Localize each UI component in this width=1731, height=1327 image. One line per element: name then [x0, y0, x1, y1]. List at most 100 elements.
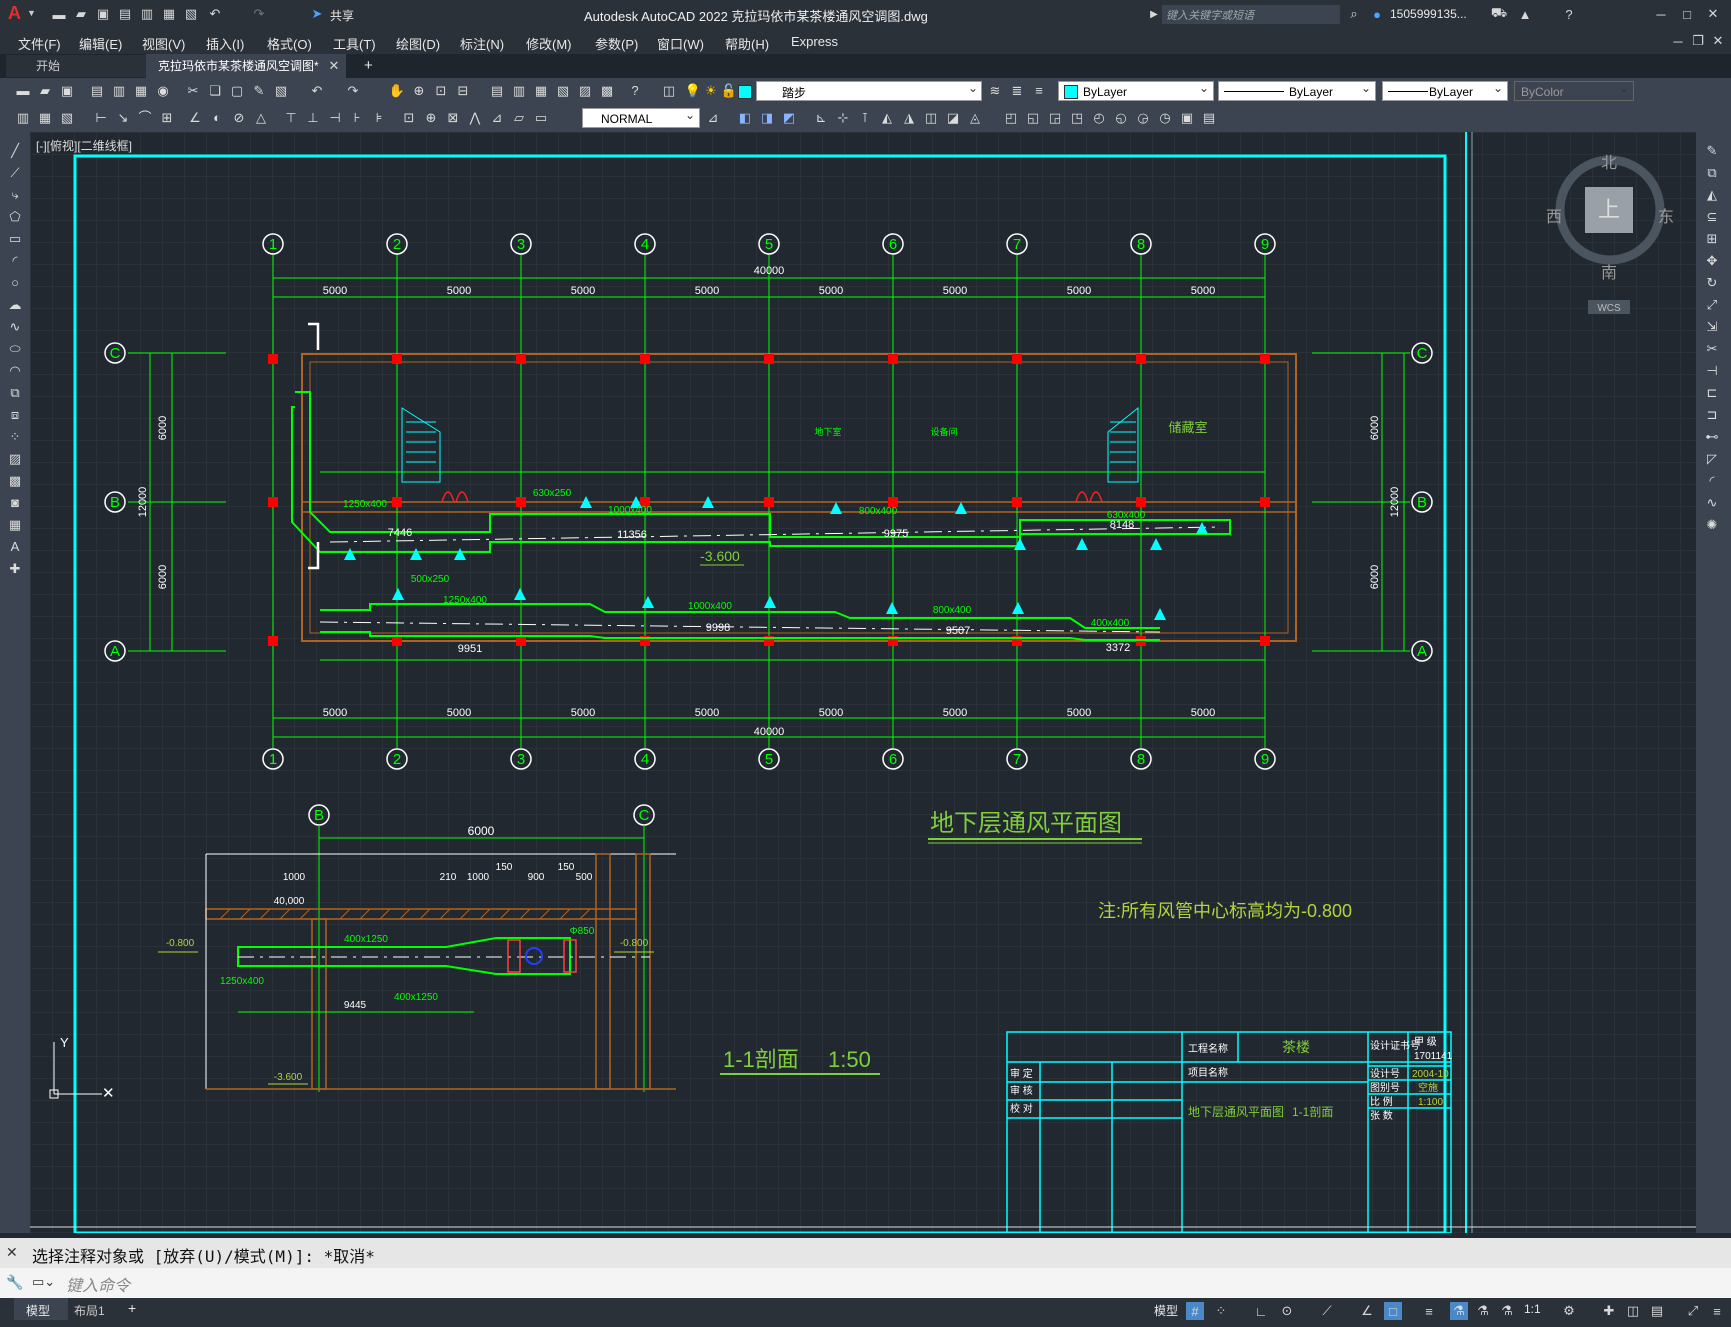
dim-update-icon[interactable]: ▭ — [532, 109, 550, 127]
hatch-icon[interactable]: ▨ — [6, 450, 24, 468]
make-current-layer-icon[interactable]: ≋ — [986, 82, 1004, 100]
ucs-world-icon[interactable]: ⊹ — [834, 109, 852, 127]
insert-block-icon[interactable]: ⧉ — [6, 384, 24, 402]
osnap-tracking-icon[interactable]: ∠ — [1358, 1302, 1376, 1320]
move-icon[interactable]: ✥ — [1703, 252, 1721, 270]
extend-icon[interactable]: ⊣ — [1703, 362, 1721, 380]
inspection-icon[interactable]: ⊠ — [444, 109, 462, 127]
save-as-icon[interactable]: ▤ — [116, 5, 134, 23]
tab-close-icon[interactable]: ✕ — [326, 57, 342, 75]
point-icon[interactable]: ⁘ — [6, 428, 24, 446]
dim-ordinate-icon[interactable]: ↘ — [114, 109, 132, 127]
pan-icon[interactable]: ✋ — [388, 82, 406, 100]
copy-object-icon[interactable]: ⧉ — [1703, 164, 1721, 182]
model-space-toggle[interactable]: 模型 — [1154, 1302, 1178, 1319]
materials-icon[interactable]: ◱ — [1024, 109, 1042, 127]
dim-linear-icon[interactable]: ▥ — [14, 109, 32, 127]
cut-icon[interactable]: ✂ — [184, 82, 202, 100]
fly-icon[interactable]: ◶ — [1134, 109, 1152, 127]
view-bottom-icon[interactable]: ◨ — [758, 109, 776, 127]
redo-icon[interactable]: ↷ — [250, 5, 268, 23]
sun-icon[interactable]: ◴ — [1090, 109, 1108, 127]
dim-aligned-icon[interactable]: ▦ — [36, 109, 54, 127]
ellipse-icon[interactable]: ⬭ — [6, 340, 24, 358]
tolerance-icon[interactable]: ⊡ — [400, 109, 418, 127]
help-icon[interactable]: ? — [1560, 5, 1578, 23]
dim-edit-icon[interactable]: ⊿ — [488, 109, 506, 127]
dim-radius-icon[interactable]: ⌒ — [136, 109, 154, 127]
offset-icon[interactable]: ⊆ — [1703, 208, 1721, 226]
cart-icon[interactable]: ⛟ — [1490, 5, 1508, 23]
join-icon[interactable]: ⊷ — [1703, 428, 1721, 446]
doc-restore-icon[interactable]: ❐ — [1690, 32, 1706, 50]
arc-icon[interactable]: ◜ — [6, 252, 24, 270]
open-folder-icon[interactable]: ▰ — [72, 5, 90, 23]
text-style-dropdown[interactable]: NORMAL — [582, 105, 700, 128]
help-tb-icon[interactable]: ? — [626, 82, 644, 100]
isodraft-icon[interactable]: ⟋ — [1318, 1302, 1336, 1320]
ucs-previous-icon[interactable]: ⊺ — [856, 109, 874, 127]
color-dropdown[interactable]: ByLayer — [1058, 78, 1214, 101]
tool-palettes-icon[interactable]: ▦ — [532, 82, 550, 100]
zoom-realtime-icon[interactable]: ⊕ — [410, 82, 428, 100]
design-center-icon[interactable]: ▥ — [510, 82, 528, 100]
dim-arc-icon[interactable]: ▧ — [58, 109, 76, 127]
menu-file[interactable]: 文件(F) — [18, 34, 61, 53]
view-left-icon[interactable]: ◩ — [780, 109, 798, 127]
line-icon[interactable]: ╱ — [6, 142, 24, 160]
redo-tb-icon[interactable]: ↷ — [344, 82, 362, 100]
polar-icon[interactable]: ⊙ — [1278, 1302, 1296, 1320]
new-file-icon[interactable]: ▬ — [50, 5, 68, 23]
table-icon[interactable]: ▦ — [6, 516, 24, 534]
snap-icon[interactable]: ⁘ — [1212, 1302, 1230, 1320]
properties-icon[interactable]: ▤ — [488, 82, 506, 100]
render-env-icon[interactable]: ▣ — [1178, 109, 1196, 127]
share-icon[interactable]: ➤ — [308, 5, 326, 23]
tab-start[interactable]: 开始 — [36, 55, 60, 77]
blend-icon[interactable]: ∿ — [1703, 494, 1721, 512]
layer-state-icon[interactable]: ≡ — [1030, 82, 1048, 100]
grid-icon[interactable]: # — [1186, 1302, 1204, 1320]
add-tab-button[interactable]: + — [364, 55, 373, 77]
osnap-icon[interactable]: □ — [1384, 1302, 1402, 1320]
units-icon[interactable]: ◫ — [1624, 1302, 1642, 1320]
dim-break-icon[interactable]: ⊧ — [370, 109, 388, 127]
new-icon[interactable]: ▬ — [14, 82, 32, 100]
fullscreen-icon[interactable]: ⤢ — [1684, 1302, 1702, 1320]
stretch-icon[interactable]: ⇲ — [1703, 318, 1721, 336]
break-icon[interactable]: ⊐ — [1703, 406, 1721, 424]
revcloud-icon[interactable]: ☁ — [6, 296, 24, 314]
rotate-icon[interactable]: ↻ — [1703, 274, 1721, 292]
search-icon[interactable]: ⌕ — [1345, 5, 1363, 23]
trim-icon[interactable]: ✂ — [1703, 340, 1721, 358]
spline-icon[interactable]: ∿ — [6, 318, 24, 336]
undo-icon[interactable]: ↶ — [206, 5, 224, 23]
model-tab[interactable]: 模型 — [26, 1302, 50, 1319]
paste-icon[interactable]: ▢ — [228, 82, 246, 100]
render-icon[interactable]: ◰ — [1002, 109, 1020, 127]
sheet-set-icon[interactable]: ▧ — [554, 82, 572, 100]
ucs-face-icon[interactable]: ◭ — [878, 109, 896, 127]
zoom-previous-icon[interactable]: ⊟ — [454, 82, 472, 100]
dim-style-icon[interactable]: ⊿ — [704, 109, 722, 127]
cloud-open-icon[interactable]: ▥ — [138, 5, 156, 23]
dim-baseline-icon[interactable]: ⊥ — [304, 109, 322, 127]
cloud-save-icon[interactable]: ▦ — [160, 5, 178, 23]
layer-dropdown-chevron-icon[interactable]: ⌄ — [968, 81, 978, 95]
share-button[interactable]: 共享 — [330, 7, 354, 24]
fillet-icon[interactable]: ◜ — [1703, 472, 1721, 490]
view-top-icon[interactable]: ◧ — [736, 109, 754, 127]
tab-drawing[interactable]: 克拉玛依市某茶楼通风空调图* — [158, 55, 319, 77]
gradient-icon[interactable]: ▩ — [6, 472, 24, 490]
command-wrench-icon[interactable]: 🔧 — [6, 1274, 23, 1291]
annotation-scale-icon[interactable]: ⚗ — [1498, 1302, 1516, 1320]
ellipse-arc-icon[interactable]: ◠ — [6, 362, 24, 380]
command-input[interactable] — [60, 1270, 1720, 1296]
app-logo[interactable]: A — [8, 3, 21, 24]
undo-tb-icon[interactable]: ↶ — [308, 82, 326, 100]
open-icon[interactable]: ▰ — [36, 82, 54, 100]
ucs-origin-icon[interactable]: ◪ — [944, 109, 962, 127]
auto-scale-icon[interactable]: ⚗ — [1474, 1302, 1492, 1320]
layout1-tab[interactable]: 布局1 — [74, 1302, 105, 1319]
minimize-icon[interactable]: ─ — [1652, 5, 1670, 23]
